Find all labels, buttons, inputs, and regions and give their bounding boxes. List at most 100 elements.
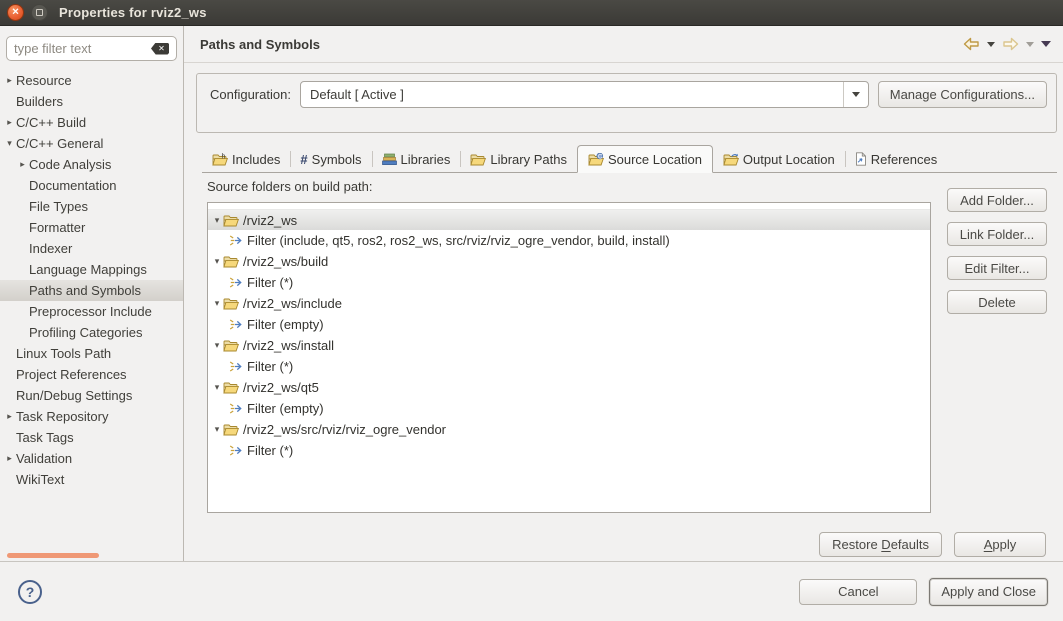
clear-filter-icon[interactable]: ✕ xyxy=(151,43,169,55)
tab-references[interactable]: References xyxy=(845,146,947,172)
view-menu-dropdown-icon[interactable] xyxy=(1041,41,1051,47)
sidebar-item-language-mappings[interactable]: Language Mappings xyxy=(0,259,183,280)
sidebar-item-c-c-general[interactable]: ▾C/C++ General xyxy=(0,133,183,154)
source-folder-path: /rviz2_ws/src/rviz/rviz_ogre_vendor xyxy=(243,422,446,437)
sidebar-item-profiling-categories[interactable]: Profiling Categories xyxy=(0,322,183,343)
maximize-icon xyxy=(36,9,43,16)
sidebar-item-formatter[interactable]: Formatter xyxy=(0,217,183,238)
chevron-down-icon[interactable]: ▾ xyxy=(211,425,223,434)
filter-row[interactable]: Filter (empty) xyxy=(208,398,930,419)
sidebar-item-task-tags[interactable]: Task Tags xyxy=(0,427,183,448)
sidebar-item-label: Profiling Categories xyxy=(29,325,142,340)
filter-icon xyxy=(229,276,243,289)
cancel-button[interactable]: Cancel xyxy=(799,579,917,605)
sidebar-item-label: Formatter xyxy=(29,220,85,235)
chevron-right-icon[interactable]: ▸ xyxy=(16,160,29,169)
sidebar-item-indexer[interactable]: Indexer xyxy=(0,238,183,259)
source-folder-row[interactable]: ▾ /rviz2_ws xyxy=(208,209,930,230)
sidebar-item-label: Project References xyxy=(16,367,127,382)
filter-row[interactable]: Filter (*) xyxy=(208,356,930,377)
source-folder-row[interactable]: ▾ /rviz2_ws/qt5 xyxy=(208,377,930,398)
source-folder-path: /rviz2_ws/qt5 xyxy=(243,380,319,395)
restore-defaults-button[interactable]: Restore Defaults xyxy=(819,532,942,557)
apply-and-close-button[interactable]: Apply and Close xyxy=(929,578,1048,606)
sidebar-item-project-references[interactable]: Project References xyxy=(0,364,183,385)
chevron-down-icon[interactable]: ▾ xyxy=(211,216,223,225)
chevron-right-icon[interactable]: ▸ xyxy=(3,412,16,421)
configuration-select[interactable]: Default [ Active ] xyxy=(300,81,869,108)
sidebar-item-file-types[interactable]: File Types xyxy=(0,196,183,217)
chevron-right-icon[interactable]: ▸ xyxy=(3,76,16,85)
source-folder-row[interactable]: ▾ /rviz2_ws/src/rviz/rviz_ogre_vendor xyxy=(208,419,930,440)
filter-label: Filter (*) xyxy=(247,443,293,458)
source-folder-path: /rviz2_ws xyxy=(243,213,297,228)
help-icon[interactable]: ? xyxy=(18,580,42,604)
sidebar-item-task-repository[interactable]: ▸Task Repository xyxy=(0,406,183,427)
sidebar-item-validation[interactable]: ▸Validation xyxy=(0,448,183,469)
source-folder-row[interactable]: ▾/rviz2_ws/build xyxy=(208,251,930,272)
source-folders-tree[interactable]: ▾ /rviz2_ws Filter (include, qt5, ros2, ro… xyxy=(207,202,931,513)
source-folder-row[interactable]: ▾/rviz2_ws/include xyxy=(208,293,930,314)
output-location-folder-icon xyxy=(723,153,739,166)
sidebar-item-linux-tools-path[interactable]: Linux Tools Path xyxy=(0,343,183,364)
filter-row[interactable]: Filter (*) xyxy=(208,440,930,461)
close-button[interactable]: ✕ xyxy=(7,4,24,21)
filter-row[interactable]: Filter (include, qt5, ros2, ros2_ws, src… xyxy=(208,230,930,251)
delete-button[interactable]: Delete xyxy=(947,290,1047,314)
content-header: Paths and Symbols xyxy=(184,26,1063,63)
sidebar-item-wikitext[interactable]: WikiText xyxy=(0,469,183,490)
sidebar-item-label: Indexer xyxy=(29,241,72,256)
chevron-down-icon[interactable]: ▾ xyxy=(211,341,223,350)
titlebar[interactable]: ✕ Properties for rviz2_ws xyxy=(0,0,1063,26)
sidebar-item-code-analysis[interactable]: ▸Code Analysis xyxy=(0,154,183,175)
source-area: ▾ /rviz2_ws Filter (include, qt5, ros2, ro… xyxy=(207,202,1063,513)
sidebar-item-documentation[interactable]: Documentation xyxy=(0,175,183,196)
add-folder-button[interactable]: Add Folder... xyxy=(947,188,1047,212)
filter-label: Filter (*) xyxy=(247,275,293,290)
filter-row[interactable]: Filter (*) xyxy=(208,272,930,293)
sidebar-item-resource[interactable]: ▸Resource xyxy=(0,70,183,91)
filter-box[interactable]: ✕ xyxy=(6,36,177,61)
chevron-down-icon[interactable] xyxy=(843,82,868,107)
link-folder-button[interactable]: Link Folder... xyxy=(947,222,1047,246)
tab-symbols[interactable]: #Symbols xyxy=(290,146,371,172)
apply-button[interactable]: Apply xyxy=(954,532,1046,557)
tab-library-paths[interactable]: Library Paths xyxy=(460,146,577,172)
tab-libraries[interactable]: Libraries xyxy=(372,146,461,172)
horizontal-scrollbar-thumb[interactable] xyxy=(7,553,99,558)
sidebar-item-label: Task Tags xyxy=(16,430,74,445)
sidebar-item-label: Builders xyxy=(16,94,63,109)
chevron-down-icon[interactable]: ▾ xyxy=(211,383,223,392)
restore-apply-row: Restore Defaults Apply xyxy=(184,532,1046,557)
sidebar-item-label: Paths and Symbols xyxy=(29,283,141,298)
maximize-button[interactable] xyxy=(31,4,48,21)
filter-icon xyxy=(229,318,243,331)
sidebar-item-run-debug-settings[interactable]: Run/Debug Settings xyxy=(0,385,183,406)
filter-icon xyxy=(229,360,243,373)
tab-bar: hIncludes#SymbolsLibrariesLibrary PathsC… xyxy=(202,146,1057,173)
forward-arrow-icon[interactable] xyxy=(1002,37,1019,51)
edit-filter-button[interactable]: Edit Filter... xyxy=(947,256,1047,280)
chevron-down-icon[interactable]: ▾ xyxy=(211,257,223,266)
manage-configurations-button[interactable]: Manage Configurations... xyxy=(878,81,1047,108)
tab-output-location[interactable]: Output Location xyxy=(713,146,845,172)
sidebar-item-c-c-build[interactable]: ▸C/C++ Build xyxy=(0,112,183,133)
chevron-down-icon[interactable]: ▾ xyxy=(211,299,223,308)
sidebar-item-builders[interactable]: Builders xyxy=(0,91,183,112)
filter-row[interactable]: Filter (empty) xyxy=(208,314,930,335)
source-folder-row[interactable]: ▾/rviz2_ws/install xyxy=(208,335,930,356)
dialog-body: ✕ ▸Resource Builders ▸C/C++ Build▾C/C++ Ge… xyxy=(0,26,1063,561)
sidebar-item-preprocessor-include[interactable]: Preprocessor Include xyxy=(0,301,183,322)
sidebar-item-label: WikiText xyxy=(16,472,64,487)
chevron-right-icon[interactable]: ▸ xyxy=(3,454,16,463)
chevron-down-icon[interactable]: ▾ xyxy=(3,139,16,148)
sidebar-item-paths-and-symbols[interactable]: Paths and Symbols xyxy=(0,280,183,301)
chevron-right-icon[interactable]: ▸ xyxy=(3,118,16,127)
back-history-dropdown-icon[interactable] xyxy=(987,42,995,47)
back-arrow-icon[interactable] xyxy=(963,37,980,51)
tab-label: Includes xyxy=(232,152,280,167)
forward-history-dropdown-icon[interactable] xyxy=(1026,42,1034,47)
tab-includes[interactable]: hIncludes xyxy=(202,146,290,172)
filter-input[interactable] xyxy=(14,41,147,56)
tab-source-location[interactable]: CSource Location xyxy=(577,145,713,173)
